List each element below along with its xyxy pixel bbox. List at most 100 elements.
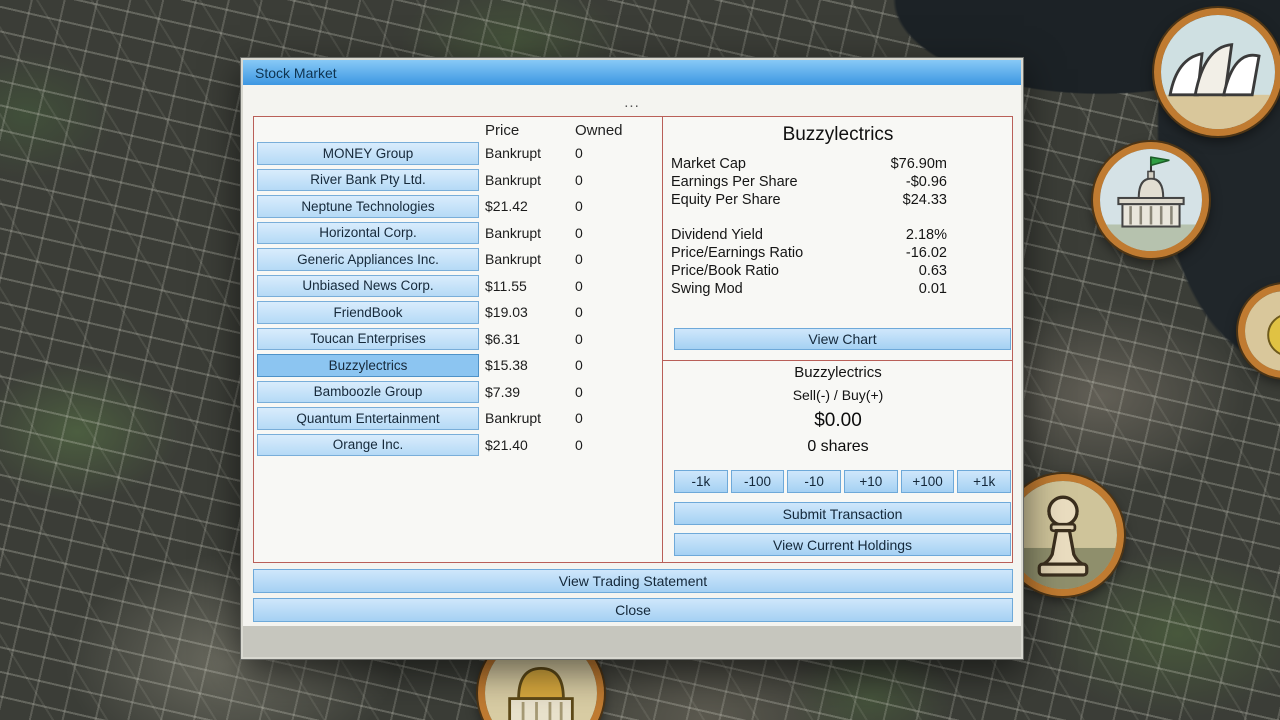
stat-row: Swing Mod 0.01 — [671, 280, 1005, 298]
company-price: Bankrupt — [485, 410, 575, 426]
company-button[interactable]: FriendBook — [257, 301, 479, 324]
company-detail-panel: Buzzylectrics Market Cap $76.90m Earning… — [662, 117, 1013, 562]
stat-row: Price/Book Ratio 0.63 — [671, 262, 1005, 280]
table-header-row: Price Owned — [257, 122, 623, 139]
company-owned: 0 — [575, 225, 635, 241]
stat-label: Price/Earnings Ratio — [671, 244, 803, 262]
company-button[interactable]: Neptune Technologies — [257, 195, 479, 218]
stat-value: 0.01 — [919, 280, 947, 298]
company-price: $19.03 — [485, 304, 575, 320]
company-owned: 0 — [575, 384, 635, 400]
detail-company-title: Buzzylectrics — [663, 124, 1013, 146]
company-button[interactable]: Buzzylectrics — [257, 354, 479, 377]
company-button[interactable]: Bamboozle Group — [257, 381, 479, 404]
company-owned: 0 — [575, 437, 635, 453]
company-list: MONEY Group Bankrupt 0 River Bank Pty Lt… — [257, 142, 635, 456]
company-owned: 0 — [575, 198, 635, 214]
detail-ratios: Dividend Yield 2.18% Price/Earnings Rati… — [671, 226, 1005, 298]
table-row: Neptune Technologies $21.42 0 — [257, 195, 635, 218]
price-column-header: Price — [485, 122, 575, 139]
table-row: Unbiased News Corp. $11.55 0 — [257, 275, 635, 298]
stat-label: Earnings Per Share — [671, 173, 798, 191]
table-row: Generic Appliances Inc. Bankrupt 0 — [257, 248, 635, 271]
company-price: $15.38 — [485, 357, 575, 373]
parliament-icon[interactable] — [1093, 142, 1209, 258]
table-row: Orange Inc. $21.40 0 — [257, 434, 635, 457]
trade-company-label: Buzzylectrics — [663, 364, 1013, 381]
company-button[interactable]: MONEY Group — [257, 142, 479, 165]
table-row: FriendBook $19.03 0 — [257, 301, 635, 324]
stat-label: Market Cap — [671, 155, 746, 173]
company-price: Bankrupt — [485, 172, 575, 188]
window-drag-handle[interactable]: ... — [241, 94, 1023, 111]
detail-stats: Market Cap $76.90m Earnings Per Share -$… — [671, 155, 1005, 209]
company-price: $7.39 — [485, 384, 575, 400]
stat-value: $76.90m — [891, 155, 947, 173]
stepper-plus-10-button[interactable]: +10 — [844, 470, 898, 493]
company-owned: 0 — [575, 410, 635, 426]
company-price: Bankrupt — [485, 145, 575, 161]
company-button[interactable]: Horizontal Corp. — [257, 222, 479, 245]
stepper-plus-1k-button[interactable]: +1k — [957, 470, 1011, 493]
stat-label: Swing Mod — [671, 280, 743, 298]
stat-value: 2.18% — [906, 226, 947, 244]
table-row: Toucan Enterprises $6.31 0 — [257, 328, 635, 351]
stat-row: Equity Per Share $24.33 — [671, 191, 1005, 209]
trade-stepper-row: -1k -100 -10 +10 +100 +1k — [674, 470, 1011, 493]
window-title: Stock Market — [255, 65, 337, 81]
owned-column-header: Owned — [575, 122, 623, 139]
game-screen: Stock Market ... Price Owned MONEY Group… — [0, 0, 1280, 720]
header-spacer — [257, 122, 485, 139]
company-button[interactable]: Orange Inc. — [257, 434, 479, 457]
opera-house-icon[interactable] — [1154, 8, 1280, 136]
company-button[interactable]: Unbiased News Corp. — [257, 275, 479, 298]
stock-market-window: Stock Market ... Price Owned MONEY Group… — [240, 57, 1024, 660]
stat-row: Price/Earnings Ratio -16.02 — [671, 244, 1005, 262]
table-row: MONEY Group Bankrupt 0 — [257, 142, 635, 165]
window-titlebar: Stock Market — [243, 60, 1021, 85]
company-price: $21.40 — [485, 437, 575, 453]
view-chart-button[interactable]: View Chart — [674, 328, 1011, 350]
trade-amount-value: $0.00 — [663, 410, 1013, 432]
company-owned: 0 — [575, 278, 635, 294]
stat-value: 0.63 — [919, 262, 947, 280]
dialog-bottom-strip — [243, 626, 1021, 657]
company-button[interactable]: Quantum Entertainment — [257, 407, 479, 430]
trade-direction-label: Sell(-) / Buy(+) — [663, 387, 1013, 403]
table-row: Bamboozle Group $7.39 0 — [257, 381, 635, 404]
company-price: Bankrupt — [485, 225, 575, 241]
company-button[interactable]: Generic Appliances Inc. — [257, 248, 479, 271]
close-button[interactable]: Close — [253, 598, 1013, 622]
company-owned: 0 — [575, 172, 635, 188]
stat-label: Dividend Yield — [671, 226, 763, 244]
company-owned: 0 — [575, 145, 635, 161]
company-price: $21.42 — [485, 198, 575, 214]
submit-transaction-button[interactable]: Submit Transaction — [674, 502, 1011, 525]
view-trading-statement-button[interactable]: View Trading Statement — [253, 569, 1013, 593]
stepper-minus-10-button[interactable]: -10 — [787, 470, 841, 493]
company-button[interactable]: River Bank Pty Ltd. — [257, 169, 479, 192]
stat-value: -$0.96 — [906, 173, 947, 191]
market-content-panel: Price Owned MONEY Group Bankrupt 0 River… — [253, 116, 1013, 563]
company-owned: 0 — [575, 357, 635, 373]
stepper-minus-100-button[interactable]: -100 — [731, 470, 785, 493]
stat-label: Price/Book Ratio — [671, 262, 779, 280]
view-current-holdings-button[interactable]: View Current Holdings — [674, 533, 1011, 556]
table-row: Horizontal Corp. Bankrupt 0 — [257, 222, 635, 245]
company-price: Bankrupt — [485, 251, 575, 267]
stepper-plus-100-button[interactable]: +100 — [901, 470, 955, 493]
trade-shares-value: 0 shares — [663, 438, 1013, 456]
stat-row: Earnings Per Share -$0.96 — [671, 173, 1005, 191]
stepper-minus-1k-button[interactable]: -1k — [674, 470, 728, 493]
table-row: Quantum Entertainment Bankrupt 0 — [257, 407, 635, 430]
stat-value: -16.02 — [906, 244, 947, 262]
company-owned: 0 — [575, 251, 635, 267]
company-price: $11.55 — [485, 278, 575, 294]
stat-value: $24.33 — [903, 191, 947, 209]
company-button[interactable]: Toucan Enterprises — [257, 328, 479, 351]
company-price: $6.31 — [485, 331, 575, 347]
stat-row: Dividend Yield 2.18% — [671, 226, 1005, 244]
table-row: River Bank Pty Ltd. Bankrupt 0 — [257, 169, 635, 192]
trade-separator — [663, 360, 1013, 361]
stat-row: Market Cap $76.90m — [671, 155, 1005, 173]
